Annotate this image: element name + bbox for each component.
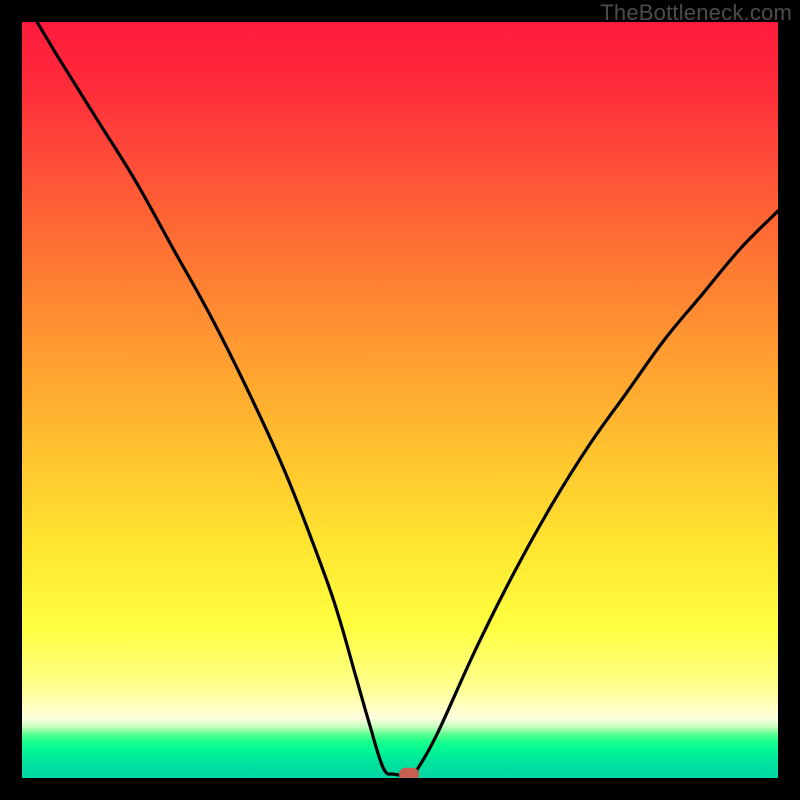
minimum-marker (399, 768, 419, 778)
chart-svg (22, 22, 778, 778)
watermark-text: TheBottleneck.com (600, 0, 792, 26)
bottleneck-curve (37, 22, 778, 775)
chart-frame: TheBottleneck.com (0, 0, 800, 800)
plot-area (22, 22, 778, 778)
